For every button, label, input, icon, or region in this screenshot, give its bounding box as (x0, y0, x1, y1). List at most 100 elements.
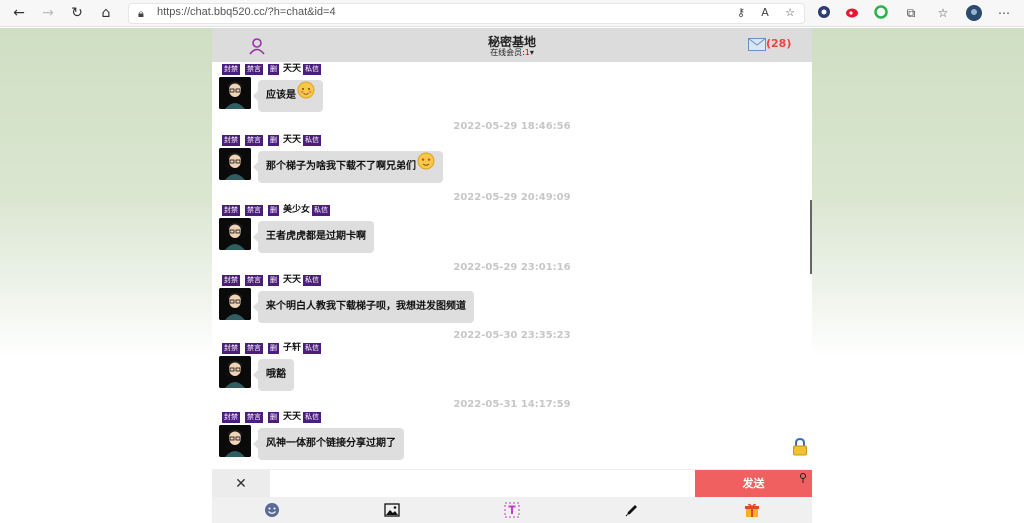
image-icon[interactable] (384, 502, 400, 518)
message-bubble[interactable]: 那个梯子为啥我下载不了啊兄弟们 (253, 151, 443, 183)
blush-emoji-icon (297, 81, 315, 99)
chat-header: 秘密基地 在线会员:1▾ (28) (212, 28, 812, 62)
mute-tag[interactable]: 禁言 (245, 275, 263, 286)
username[interactable]: 天天 (283, 275, 301, 286)
message-tags: 封禁 禁言删美少女 私信 (222, 205, 335, 217)
message-timestamp: 2022-05-29 23:01:16 (453, 262, 571, 273)
smile-icon[interactable] (264, 502, 280, 518)
message-text: 那个梯子为啥我下载不了啊兄弟们 (266, 161, 416, 172)
online-label: 在线会员: (490, 48, 525, 57)
mark-tag[interactable]: 删 (268, 64, 279, 75)
read-aloud-icon[interactable]: A (757, 6, 773, 19)
key-icon[interactable]: ⚷ (733, 6, 749, 19)
close-button[interactable]: ✕ (212, 470, 270, 498)
message-timestamp: 2022-05-30 23:35:23 (453, 330, 571, 341)
online-members[interactable]: 在线会员:1▾ (212, 47, 812, 58)
favorite-icon[interactable]: ☆ (782, 6, 798, 19)
avatar[interactable] (219, 288, 251, 320)
ban-tag[interactable]: 封禁 (222, 412, 240, 423)
mail-icon[interactable] (748, 38, 766, 51)
pin-icon (800, 473, 806, 483)
scrollbar-thumb[interactable] (810, 200, 812, 274)
extension-shield-icon[interactable] (816, 5, 832, 21)
mark-tag[interactable]: 删 (268, 205, 279, 216)
weibo-icon[interactable] (844, 5, 860, 21)
extension-green-icon[interactable] (873, 5, 889, 21)
username[interactable]: 子轩 (283, 343, 301, 354)
private-tag[interactable]: 私信 (303, 412, 322, 423)
message-timestamp: 2022-05-29 20:49:09 (453, 192, 571, 203)
chat-panel: 秘密基地 在线会员:1▾ (28) 封禁 禁言删天天 私信 应该是 2022-05-… (212, 28, 812, 523)
love-emoji-icon (417, 152, 435, 170)
dropdown-caret-icon[interactable]: ▾ (530, 48, 534, 57)
extensions-icon[interactable]: ⧉ (903, 5, 919, 21)
message-text: 王者虎虎都是过期卡啊 (266, 231, 366, 242)
mark-tag[interactable]: 删 (268, 343, 279, 354)
avatar[interactable] (219, 77, 251, 109)
avatar[interactable] (219, 356, 251, 388)
avatar[interactable] (219, 148, 251, 180)
send-button[interactable]: 发送 (695, 470, 812, 498)
ban-tag[interactable]: 封禁 (222, 64, 240, 75)
mute-tag[interactable]: 禁言 (245, 412, 263, 423)
gift-icon[interactable] (744, 502, 760, 518)
lock-icon[interactable] (792, 438, 808, 456)
refresh-icon[interactable]: ↻ (68, 4, 86, 22)
ban-tag[interactable]: 封禁 (222, 275, 240, 286)
private-tag[interactable]: 私信 (312, 205, 331, 216)
mark-tag[interactable]: 删 (268, 412, 279, 423)
text-format-icon[interactable] (504, 502, 520, 518)
ban-tag[interactable]: 封禁 (222, 205, 240, 216)
message-timestamp: 2022-05-29 18:46:56 (453, 121, 571, 132)
username[interactable]: 天天 (283, 64, 301, 75)
input-bar: ✕ 发送 (212, 469, 812, 498)
private-tag[interactable]: 私信 (303, 135, 322, 146)
back-icon[interactable]: ← (10, 4, 28, 22)
message-tags: 封禁 禁言删天天 私信 (222, 135, 326, 147)
ban-tag[interactable]: 封禁 (222, 135, 240, 146)
message-list[interactable]: 封禁 禁言删天天 私信 应该是 2022-05-29 18:46:56 封禁 禁言删天… (212, 62, 812, 469)
url-text[interactable]: https://chat.bbq520.cc/?h=chat&id=4 (157, 6, 336, 18)
message-text: 应该是 (266, 90, 296, 101)
avatar[interactable] (219, 218, 251, 250)
address-bar[interactable]: 🔒︎ https://chat.bbq520.cc/?h=chat&id=4 ⚷… (128, 3, 805, 24)
message-bubble[interactable]: 风神一体那个链接分享过期了 (253, 428, 404, 460)
message-input[interactable] (270, 470, 695, 498)
message-text: 哦豁 (266, 369, 286, 380)
message-text: 来个明白人教我下载梯子呗，我想进发图频道 (266, 301, 466, 312)
mute-tag[interactable]: 禁言 (245, 343, 263, 354)
message-bubble[interactable]: 哦豁 (253, 359, 294, 391)
message-bubble[interactable]: 来个明白人教我下载梯子呗，我想进发图频道 (253, 291, 474, 323)
pen-icon[interactable] (624, 502, 640, 518)
username[interactable]: 美少女 (283, 205, 310, 216)
message-bubble[interactable]: 王者虎虎都是过期卡啊 (253, 221, 374, 253)
username[interactable]: 天天 (283, 412, 301, 423)
private-tag[interactable]: 私信 (303, 64, 322, 75)
message-timestamp: 2022-05-31 14:17:59 (453, 399, 571, 410)
mark-tag[interactable]: 删 (268, 135, 279, 146)
home-icon[interactable]: ⌂ (97, 4, 115, 22)
browser-toolbar: ← → ↻ ⌂ 🔒︎ https://chat.bbq520.cc/?h=cha… (0, 0, 1024, 27)
mail-count[interactable]: (28) (766, 37, 791, 50)
username[interactable]: 天天 (283, 135, 301, 146)
more-menu-icon[interactable]: ⋯ (996, 5, 1012, 21)
avatar[interactable] (219, 425, 251, 457)
send-label: 发送 (742, 477, 765, 490)
message-tags: 封禁 禁言删天天 私信 (222, 412, 326, 424)
message-tags: 封禁 禁言删天天 私信 (222, 64, 326, 76)
forward-icon[interactable]: → (39, 4, 57, 22)
message-text: 风神一体那个链接分享过期了 (266, 438, 396, 449)
lock-icon: 🔒︎ (138, 7, 144, 20)
message-tags: 封禁 禁言删天天 私信 (222, 275, 326, 287)
message-bubble[interactable]: 应该是 (253, 80, 323, 112)
mute-tag[interactable]: 禁言 (245, 205, 263, 216)
mute-tag[interactable]: 禁言 (245, 135, 263, 146)
favorites-icon[interactable]: ☆ (935, 5, 951, 21)
private-tag[interactable]: 私信 (303, 343, 322, 354)
mark-tag[interactable]: 删 (268, 275, 279, 286)
mute-tag[interactable]: 禁言 (245, 64, 263, 75)
ban-tag[interactable]: 封禁 (222, 343, 240, 354)
profile-avatar-icon[interactable] (966, 5, 982, 21)
private-tag[interactable]: 私信 (303, 275, 322, 286)
message-tags: 封禁 禁言删子轩 私信 (222, 343, 326, 355)
